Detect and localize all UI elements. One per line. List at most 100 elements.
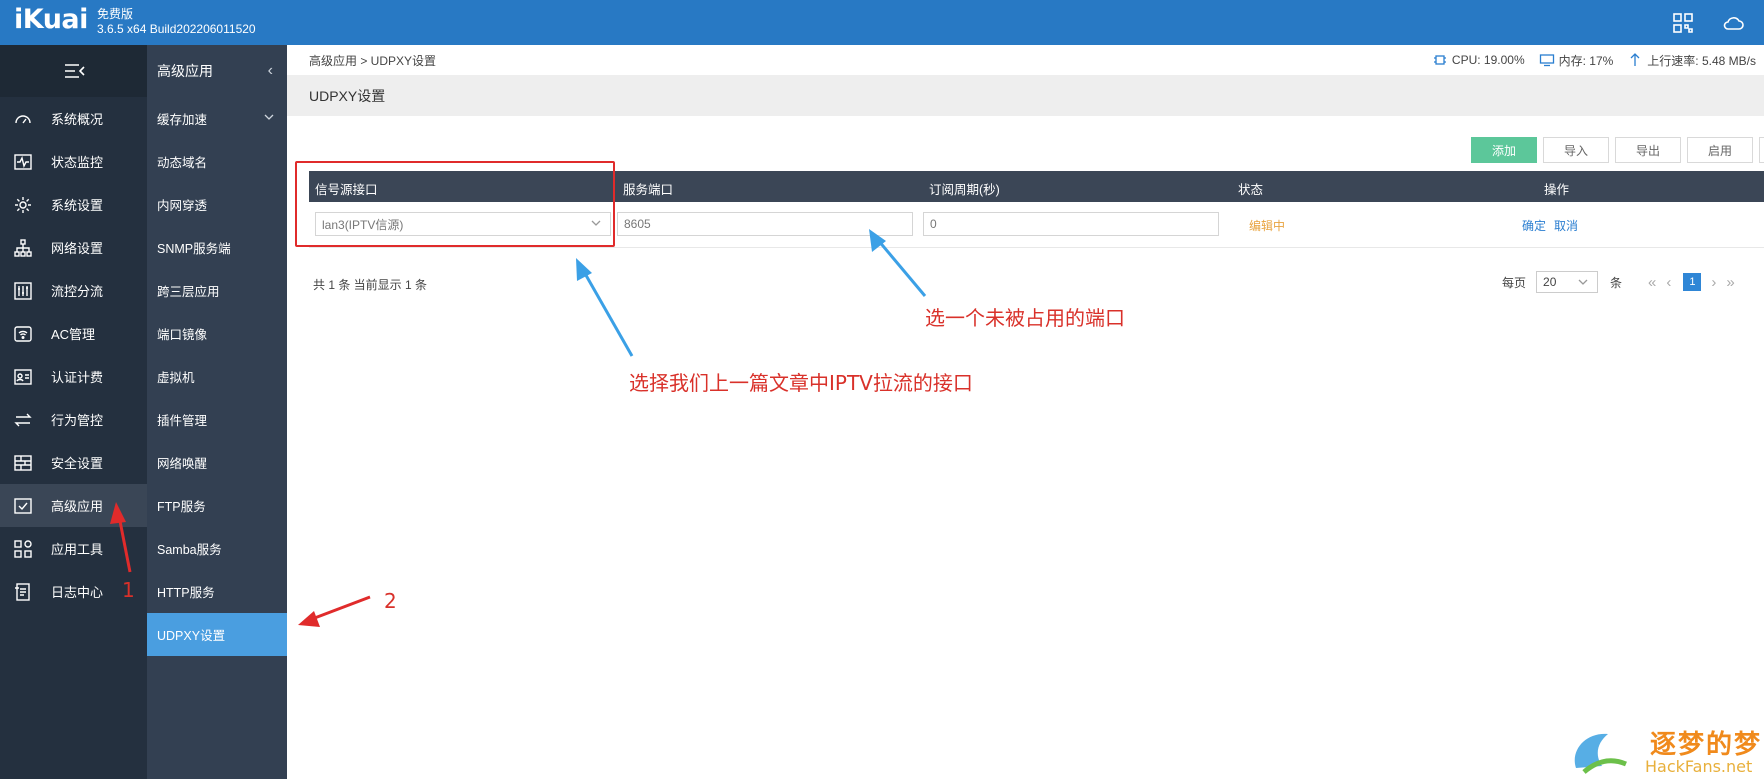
cancel-link[interactable]: 取消 bbox=[1554, 217, 1578, 234]
subnav-item[interactable]: 跨三层应用 bbox=[147, 269, 287, 312]
sidebar-item[interactable]: 网络设置 bbox=[0, 226, 147, 269]
gauge-icon bbox=[12, 108, 34, 130]
next-page-icon[interactable]: › bbox=[1711, 274, 1716, 291]
system-stats: CPU: 19.00% 内存: 17% 上行速率: 5.48 MB/s bbox=[1432, 52, 1756, 69]
sidebar-item-label: 日志中心 bbox=[51, 585, 104, 600]
enable-button[interactable]: 启用 bbox=[1687, 137, 1753, 163]
cloud-icon[interactable] bbox=[1722, 12, 1744, 34]
page-title: UDPXY设置 bbox=[287, 75, 1764, 116]
upload-stat: 上行速率: 5.48 MB/s bbox=[1627, 52, 1756, 69]
tools-grid-icon bbox=[12, 538, 34, 560]
subnav-item[interactable]: SNMP服务端 bbox=[147, 226, 287, 269]
subnav-item[interactable]: 插件管理 bbox=[147, 398, 287, 441]
monitor-icon bbox=[1539, 54, 1554, 67]
build-label: 3.6.5 x64 Build202206011520 bbox=[97, 22, 256, 36]
sidebar-item-label: AC管理 bbox=[51, 327, 96, 342]
subnav-item[interactable]: 端口镜像 bbox=[147, 312, 287, 355]
main-sidebar: 系统概况状态监控系统设置网络设置流控分流 AC管理认证计费 行为管控 安全设置 高级应用… bbox=[0, 45, 147, 779]
subnav-item-label: 跨三层应用 bbox=[157, 285, 220, 299]
network-icon bbox=[12, 237, 34, 259]
sidebar-item-label: 系统概况 bbox=[51, 112, 104, 127]
firewall-icon bbox=[12, 452, 34, 474]
sidebar-item[interactable]: 流控分流 bbox=[0, 269, 147, 312]
prev-page-icon[interactable]: ‹ bbox=[1666, 274, 1671, 291]
current-page[interactable]: 1 bbox=[1683, 273, 1702, 291]
qr-code-icon[interactable] bbox=[1672, 12, 1694, 34]
cpu-stat: CPU: 19.00% bbox=[1432, 53, 1525, 67]
sidebar-item[interactable]: 安全设置 bbox=[0, 441, 147, 484]
subnav-item-label: HTTP服务 bbox=[157, 586, 215, 600]
subnav-item[interactable]: 虚拟机 bbox=[147, 355, 287, 398]
sidebar-item-label: 网络设置 bbox=[51, 241, 104, 256]
sidebar-item-label: 流控分流 bbox=[51, 284, 104, 299]
gear-icon bbox=[12, 194, 34, 216]
subnav-item-label: 缓存加速 bbox=[157, 113, 208, 127]
record-summary: 共 1 条 当前显示 1 条 bbox=[313, 278, 428, 292]
subnav-item[interactable]: 网络唤醒 bbox=[147, 441, 287, 484]
edition-label: 免费版 bbox=[97, 7, 134, 21]
step-1-label: 1 bbox=[122, 578, 135, 602]
subscribe-period-input[interactable]: 0 bbox=[923, 212, 1219, 236]
subscribe-period-value: 0 bbox=[930, 217, 937, 231]
watermark-title: 逐梦的梦 bbox=[1650, 730, 1763, 760]
confirm-link[interactable]: 确定 bbox=[1522, 217, 1546, 234]
subnav-item[interactable]: HTTP服务 bbox=[147, 570, 287, 613]
sidebar-item[interactable]: 系统概况 bbox=[0, 97, 147, 140]
more-button[interactable] bbox=[1759, 137, 1764, 163]
service-port-input[interactable]: 8605 bbox=[617, 212, 913, 236]
add-button[interactable]: 添加 bbox=[1471, 137, 1537, 163]
subnav-item[interactable]: 内网穿透 bbox=[147, 183, 287, 226]
pulse-icon bbox=[12, 151, 34, 173]
subnav-item[interactable]: UDPXY设置 bbox=[147, 613, 287, 656]
sidebar-item[interactable]: 应用工具 bbox=[0, 527, 147, 570]
app-check-icon bbox=[12, 495, 34, 517]
sidebar-item[interactable]: 认证计费 bbox=[0, 355, 147, 398]
per-page-label: 每页 bbox=[1502, 275, 1527, 290]
row-actions: 确定 取消 bbox=[1522, 217, 1578, 234]
sub-sidebar: 高级应用 ‹ 缓存加速动态域名内网穿透 SNMP服务端跨三层应用端口镜像 虚拟机 插件… bbox=[147, 45, 287, 779]
sidebar-item-label: 系统设置 bbox=[51, 198, 104, 213]
pagination: 每页 20 条 « ‹ 1 › » bbox=[1502, 271, 1735, 293]
sliders-icon bbox=[12, 280, 34, 302]
sidebar-item[interactable]: 高级应用 bbox=[0, 484, 147, 527]
subnav-item[interactable]: 缓存加速 bbox=[147, 97, 287, 140]
subnav-item-label: Samba服务 bbox=[157, 543, 222, 557]
subnav-item[interactable]: FTP服务 bbox=[147, 484, 287, 527]
version-info: 免费版 3.6.5 x64 Build202206011520 bbox=[97, 7, 256, 37]
subnav-item[interactable]: 动态域名 bbox=[147, 140, 287, 183]
arrow-up-icon bbox=[1630, 53, 1640, 66]
cpu-value: CPU: 19.00% bbox=[1451, 53, 1525, 67]
sidebar-collapse-button[interactable] bbox=[0, 45, 147, 97]
step-2-label: 2 bbox=[384, 589, 397, 613]
id-card-icon bbox=[12, 366, 34, 388]
sidebar-item[interactable]: 系统设置 bbox=[0, 183, 147, 226]
sidebar-item[interactable]: 行为管控 bbox=[0, 398, 147, 441]
wifi-icon bbox=[12, 323, 34, 345]
chevron-left-icon[interactable]: ‹ bbox=[268, 62, 273, 80]
sidebar-item[interactable]: 状态监控 bbox=[0, 140, 147, 183]
last-page-icon[interactable]: » bbox=[1726, 274, 1734, 291]
menu-collapse-icon bbox=[64, 64, 85, 78]
sidebar-item-label: 应用工具 bbox=[51, 542, 104, 557]
subnav-item-label: 动态域名 bbox=[157, 156, 208, 170]
top-bar: iKuai 免费版 3.6.5 x64 Build202206011520 bbox=[0, 0, 1764, 45]
export-button[interactable]: 导出 bbox=[1615, 137, 1681, 163]
subnav-header: 高级应用 ‹ bbox=[147, 45, 287, 97]
upload-value: 上行速率: 5.48 MB/s bbox=[1647, 53, 1756, 68]
subnav-item-label: 内网穿透 bbox=[157, 199, 208, 213]
subnav-item-label: FTP服务 bbox=[157, 500, 206, 514]
import-button[interactable]: 导入 bbox=[1543, 137, 1609, 163]
subnav-item-label: 网络唤醒 bbox=[157, 457, 208, 471]
subnav-item[interactable]: Samba服务 bbox=[147, 527, 287, 570]
per-page-unit: 条 bbox=[1610, 275, 1623, 290]
column-header: 状态 bbox=[1238, 183, 1264, 197]
per-page-select[interactable]: 20 bbox=[1536, 271, 1599, 293]
watermark-site: HackFans.net bbox=[1645, 757, 1753, 776]
arrows-icon bbox=[12, 409, 34, 431]
status-badge: 编辑中 bbox=[1249, 219, 1286, 233]
highlight-box bbox=[295, 161, 615, 247]
first-page-icon[interactable]: « bbox=[1648, 274, 1656, 291]
interface-annotation: 选择我们上一篇文章中IPTV拉流的接口 bbox=[629, 371, 973, 395]
sidebar-item[interactable]: AC管理 bbox=[0, 312, 147, 355]
memory-value: 内存: 17% bbox=[1558, 53, 1614, 68]
